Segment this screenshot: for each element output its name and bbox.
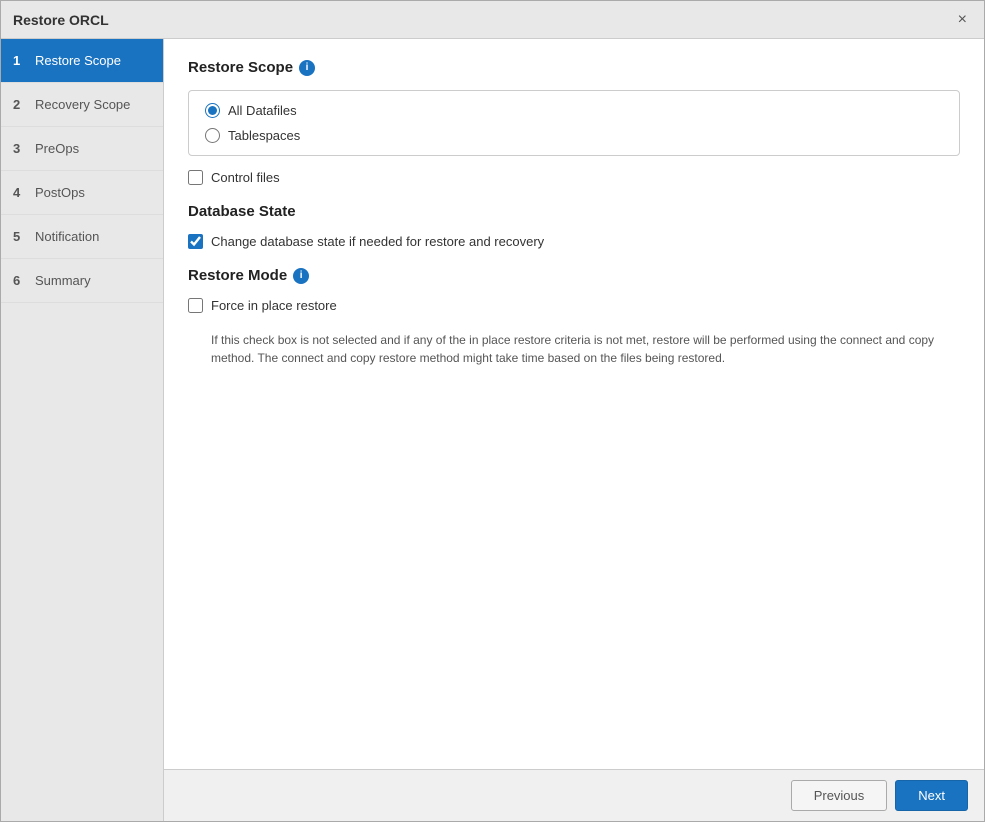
close-button[interactable]: × (953, 10, 972, 30)
sidebar-step-6: 6 (13, 273, 27, 288)
database-state-title: Database State (188, 203, 960, 220)
force-restore-row: Force in place restore (188, 298, 960, 313)
sidebar-item-summary[interactable]: 6 Summary (1, 259, 163, 303)
dialog-header: Restore ORCL × (1, 1, 984, 39)
sidebar-label-1: Restore Scope (35, 53, 121, 68)
database-state-label[interactable]: Change database state if needed for rest… (211, 234, 544, 249)
radio-option-tablespaces: Tablespaces (205, 128, 943, 143)
content-area: Restore Scope i All Datafiles Tablespace… (164, 39, 984, 769)
sidebar-label-6: Summary (35, 273, 91, 288)
restore-mode-content: Force in place restore If this check box… (188, 298, 960, 367)
sidebar-step-2: 2 (13, 97, 27, 112)
restore-scope-title: Restore Scope i (188, 59, 960, 76)
sidebar-item-preops[interactable]: 3 PreOps (1, 127, 163, 171)
sidebar-label-3: PreOps (35, 141, 79, 156)
database-state-checkbox[interactable] (188, 234, 203, 249)
control-files-label[interactable]: Control files (211, 170, 280, 185)
restore-dialog: Restore ORCL × 1 Restore Scope 2 Recover… (0, 0, 985, 822)
sidebar-label-2: Recovery Scope (35, 97, 130, 112)
radio-label-all-datafiles[interactable]: All Datafiles (228, 103, 297, 118)
sidebar-step-4: 4 (13, 185, 27, 200)
next-button[interactable]: Next (895, 780, 968, 811)
sidebar-item-restore-scope[interactable]: 1 Restore Scope (1, 39, 163, 83)
radio-option-all-datafiles: All Datafiles (205, 103, 943, 118)
restore-mode-info-icon[interactable]: i (293, 268, 309, 284)
force-restore-description: If this check box is not selected and if… (211, 331, 960, 367)
sidebar-step-5: 5 (13, 229, 27, 244)
database-state-row: Change database state if needed for rest… (188, 234, 960, 249)
sidebar-step-1: 1 (13, 53, 27, 68)
radio-all-datafiles[interactable] (205, 103, 220, 118)
control-files-checkbox[interactable] (188, 170, 203, 185)
radio-label-tablespaces[interactable]: Tablespaces (228, 128, 300, 143)
main-content: Restore Scope i All Datafiles Tablespace… (164, 39, 984, 821)
previous-button[interactable]: Previous (791, 780, 888, 811)
dialog-body: 1 Restore Scope 2 Recovery Scope 3 PreOp… (1, 39, 984, 821)
force-restore-label[interactable]: Force in place restore (211, 298, 337, 313)
dialog-title: Restore ORCL (13, 12, 109, 28)
radio-tablespaces[interactable] (205, 128, 220, 143)
restore-scope-info-icon[interactable]: i (299, 60, 315, 76)
sidebar-item-postops[interactable]: 4 PostOps (1, 171, 163, 215)
sidebar-item-notification[interactable]: 5 Notification (1, 215, 163, 259)
sidebar-label-4: PostOps (35, 185, 85, 200)
sidebar: 1 Restore Scope 2 Recovery Scope 3 PreOp… (1, 39, 164, 821)
force-restore-checkbox[interactable] (188, 298, 203, 313)
restore-mode-title: Restore Mode i (188, 267, 960, 284)
restore-scope-radio-group: All Datafiles Tablespaces (188, 90, 960, 156)
sidebar-label-5: Notification (35, 229, 99, 244)
sidebar-step-3: 3 (13, 141, 27, 156)
sidebar-item-recovery-scope[interactable]: 2 Recovery Scope (1, 83, 163, 127)
dialog-footer: Previous Next (164, 769, 984, 821)
control-files-row: Control files (188, 170, 960, 185)
